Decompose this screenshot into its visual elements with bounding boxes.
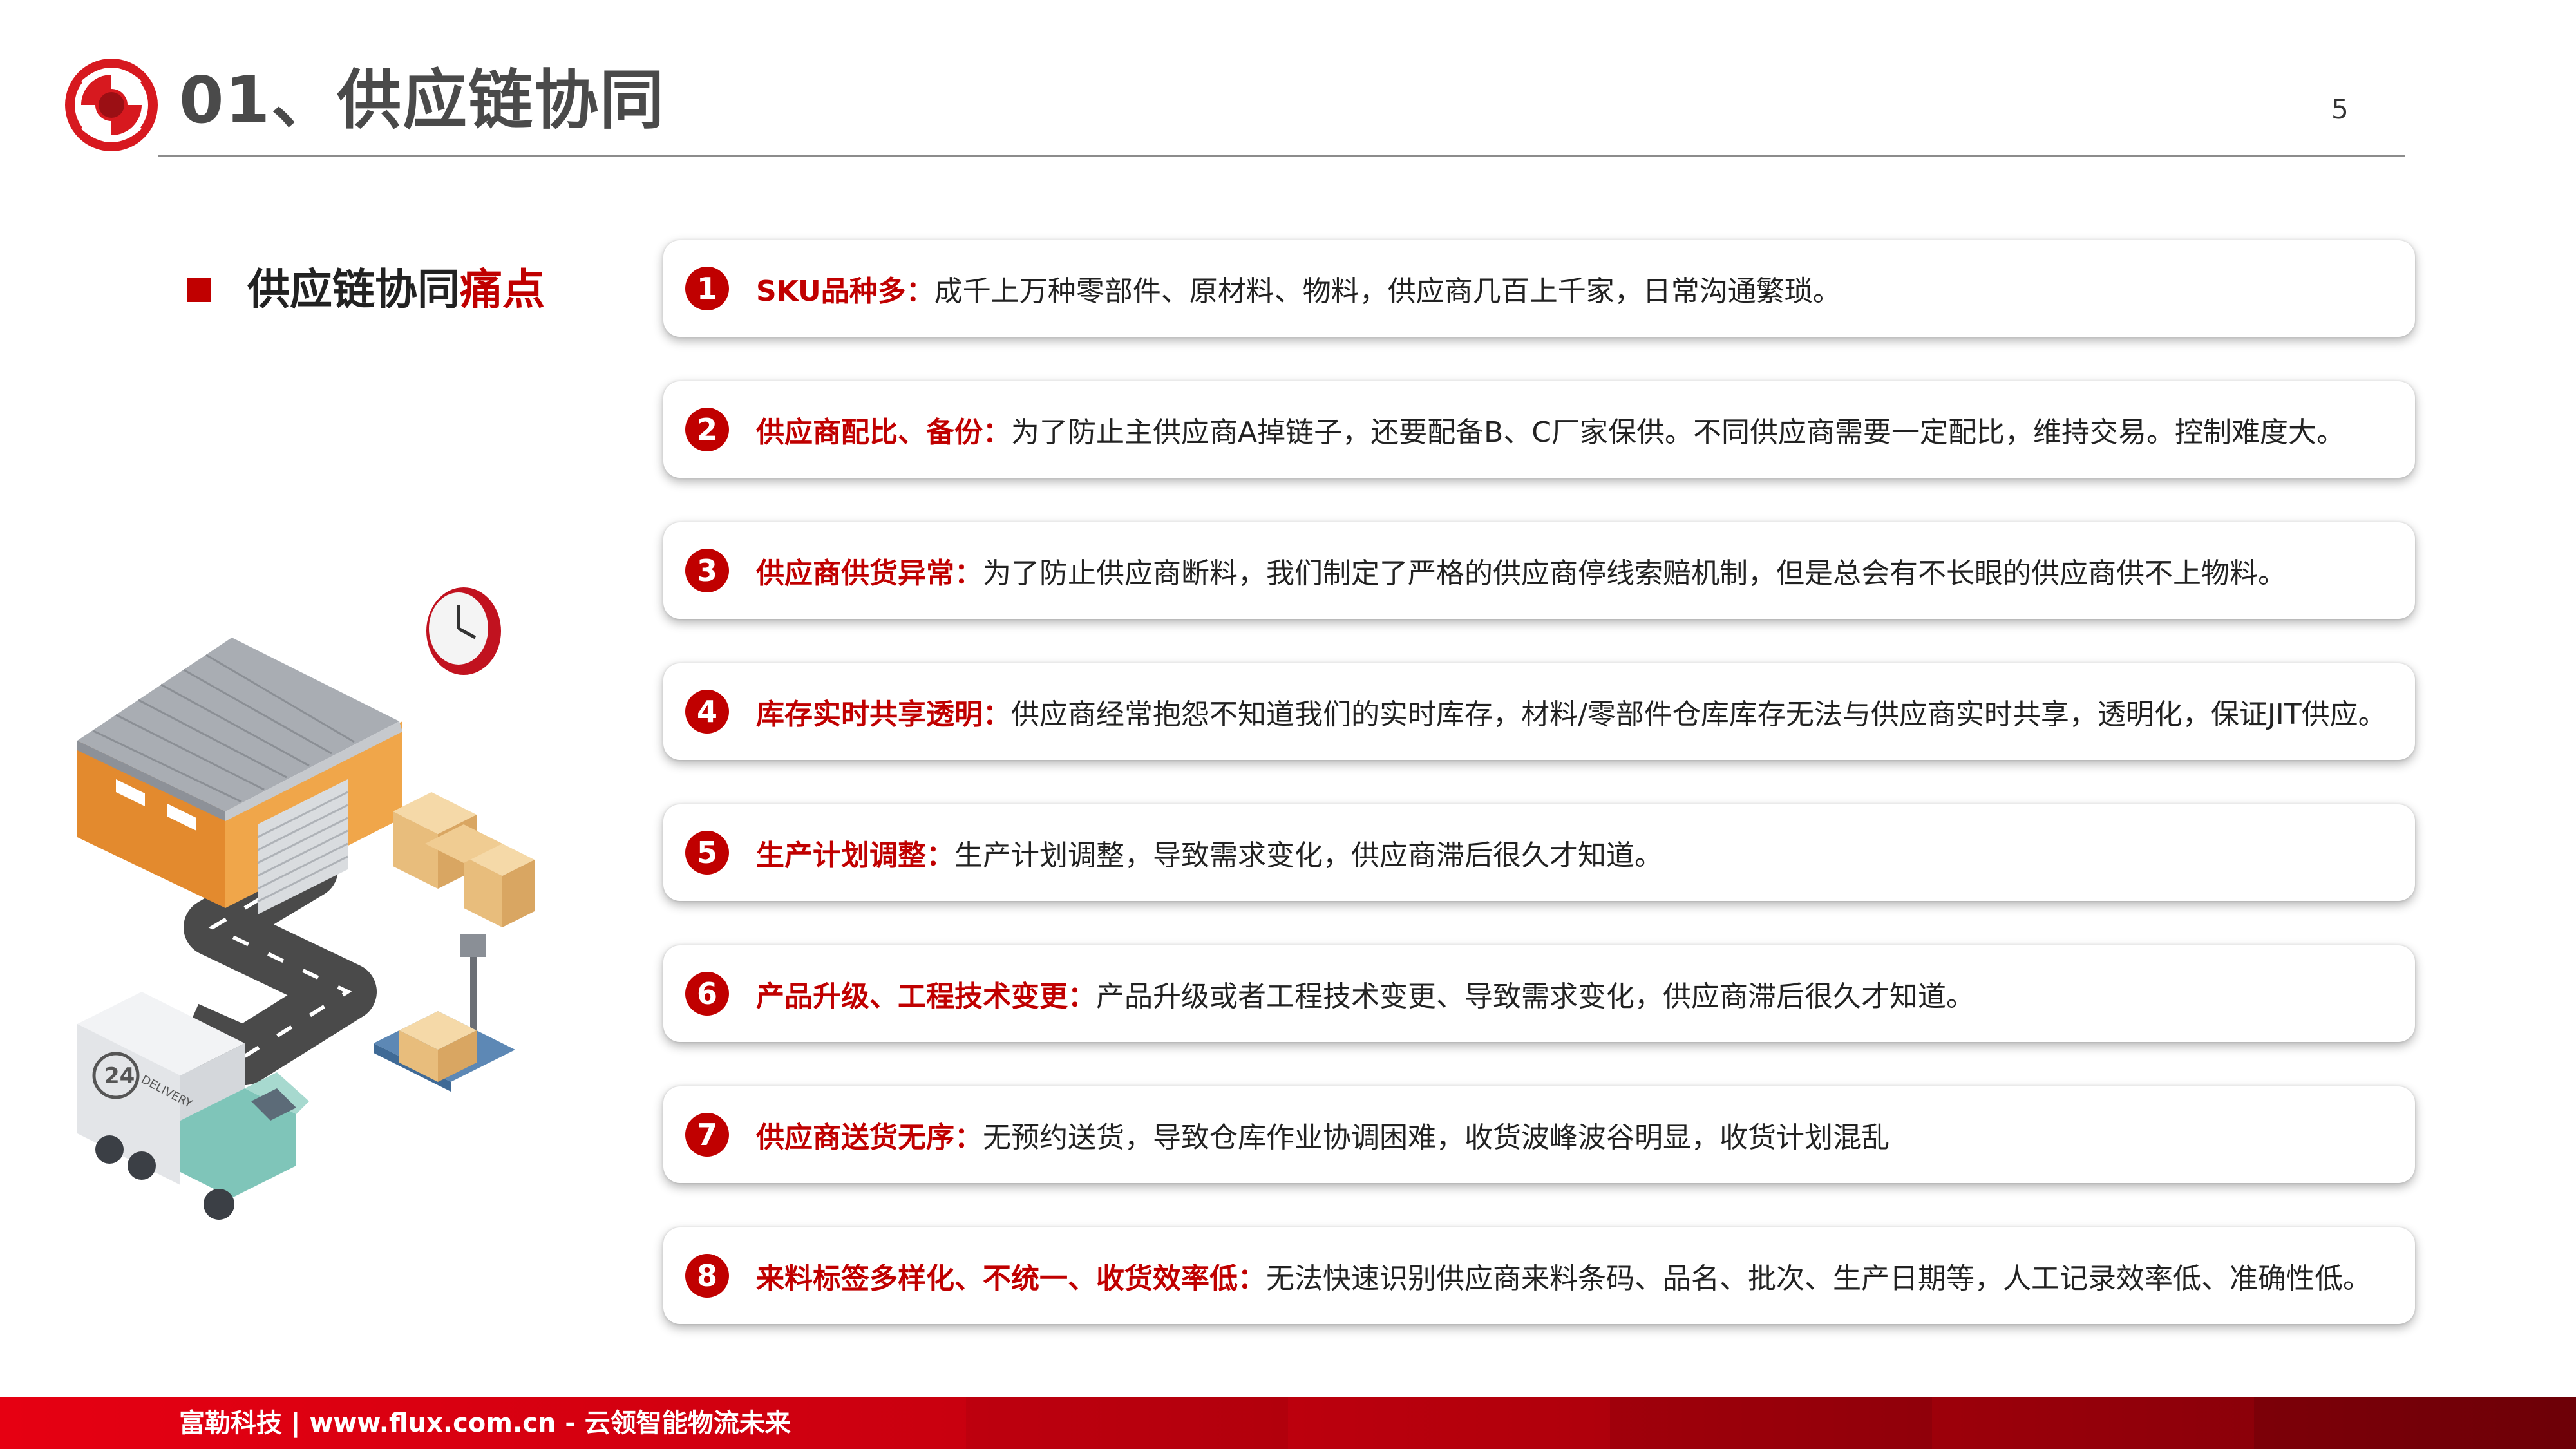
warehouse-icon (77, 638, 402, 914)
pain-point-description: 生产计划调整，导致需求变化，供应商滞后很久才知道。 (954, 839, 1663, 872)
cardboard-boxes-icon (393, 792, 535, 927)
pain-point-row: 8 来料标签多样化、不统一、收货效率低： 无法快速识别供应商来料条码、品名、批次、… (663, 1227, 2415, 1324)
number-badge-icon: 7 (685, 1113, 729, 1157)
clock-icon (426, 587, 501, 675)
pain-point-title: 供应商送货无序： (756, 1121, 983, 1154)
pain-point-title: 来料标签多样化、不统一、收货效率低： (756, 1262, 1266, 1295)
pain-point-description: 为了防止主供应商A掉链子，还要配备B、C厂家保供。不同供应商需要一定配比，维持交… (1011, 416, 2345, 449)
company-logo-icon (65, 59, 158, 151)
pain-point-title: 供应商供货异常： (756, 557, 983, 590)
pain-point-row: 1 SKU品种多： 成千上万种零部件、原材料、物料，供应商几百上千家，日常沟通繁琐… (663, 240, 2415, 337)
pain-point-title: 生产计划调整： (756, 839, 954, 872)
number-badge-icon: 1 (685, 267, 729, 310)
header-divider (158, 155, 2405, 157)
number-badge-icon: 3 (685, 549, 729, 592)
number-badge-icon: 8 (685, 1254, 729, 1298)
pain-point-description: 成千上万种零部件、原材料、物料，供应商几百上千家，日常沟通繁琐。 (934, 275, 1841, 308)
number-badge-icon: 2 (685, 408, 729, 451)
number-badge-icon: 6 (685, 972, 729, 1016)
pain-point-row: 3 供应商供货异常： 为了防止供应商断料，我们制定了严格的供应商停线索赔机制，但是… (663, 522, 2415, 619)
footer-segment (966, 1397, 1288, 1449)
pain-point-title: SKU品种多： (756, 275, 934, 308)
footer-tagline: 富勒科技 | www.flux.com.cn - 云领智能物流未来 (179, 1408, 791, 1438)
number-badge-icon: 4 (685, 690, 729, 734)
footer-segment (2254, 1397, 2576, 1449)
pain-point-description: 供应商经常抱怨不知道我们的实时库存，材料/零部件仓库库存无法与供应商实时共享，透… (1011, 698, 2387, 731)
truck-badge-number: 24 (104, 1063, 135, 1089)
section-heading: 供应链协同痛点 (247, 261, 545, 319)
section-label: 供应链协同痛点 (187, 261, 545, 319)
pain-point-row: 4 库存实时共享透明： 供应商经常抱怨不知道我们的实时库存，材料/零部件仓库库存无… (663, 663, 2415, 760)
pain-point-title: 库存实时共享透明： (756, 698, 1011, 731)
pain-point-title: 供应商配比、备份： (756, 416, 1011, 449)
warehouse-logistics-illustration: 24 DELIVERY (77, 587, 535, 1220)
pain-point-description: 无法快速识别供应商来料条码、品名、批次、生产日期等，人工记录效率低、准确性低。 (1266, 1262, 2371, 1295)
pain-point-row: 7 供应商送货无序： 无预约送货，导致仓库作业协调困难，收货波峰波谷明显，收货计划… (663, 1086, 2415, 1183)
footer-segment (1610, 1397, 1932, 1449)
pain-point-title: 产品升级、工程技术变更： (756, 980, 1096, 1013)
number-badge-icon: 5 (685, 831, 729, 875)
pain-point-description: 为了防止供应商断料，我们制定了严格的供应商停线索赔机制，但是总会有不长眼的供应商… (983, 557, 2286, 590)
pain-point-row: 2 供应商配比、备份： 为了防止主供应商A掉链子，还要配备B、C厂家保供。不同供应… (663, 381, 2415, 478)
page-title: 01、供应链协同 (179, 62, 666, 138)
page-number: 5 (2331, 93, 2349, 125)
section-heading-accent: 痛点 (460, 265, 545, 314)
pain-point-description: 产品升级或者工程技术变更、导致需求变化，供应商滞后很久才知道。 (1096, 980, 1975, 1013)
weighing-scale-icon (374, 934, 515, 1092)
section-heading-main: 供应链协同 (247, 265, 460, 314)
pain-point-description: 无预约送货，导致仓库作业协调困难，收货波峰波谷明显，收货计划混乱 (983, 1121, 1889, 1154)
square-bullet-icon (187, 278, 211, 302)
pain-point-row: 6 产品升级、工程技术变更： 产品升级或者工程技术变更、导致需求变化，供应商滞后很… (663, 945, 2415, 1042)
pain-point-row: 5 生产计划调整： 生产计划调整，导致需求变化，供应商滞后很久才知道。 (663, 804, 2415, 901)
